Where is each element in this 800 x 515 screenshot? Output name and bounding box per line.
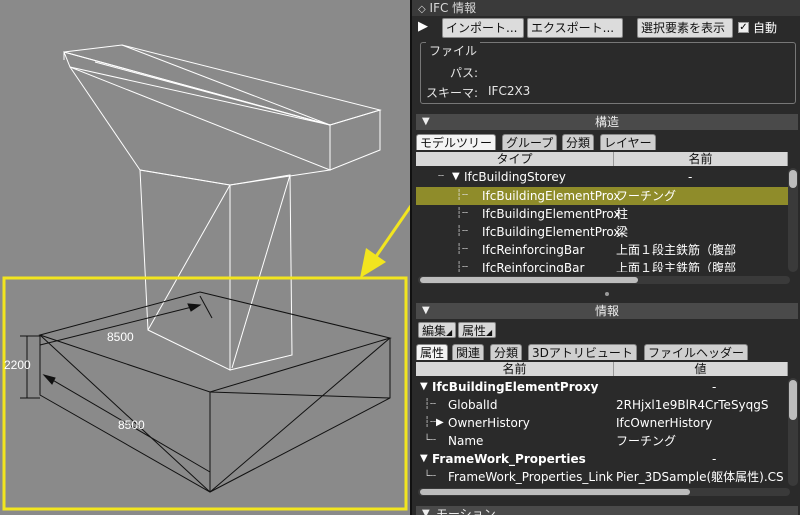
tab-classification-info[interactable]: 分類 bbox=[490, 344, 523, 360]
tree-connector-icon: ┆┄ bbox=[456, 208, 469, 219]
tree-connector-icon: ┄ bbox=[438, 171, 445, 182]
tree-connector-icon: ┆┄ bbox=[424, 399, 437, 410]
attribute-row[interactable]: ▼ IfcBuildingElementProxy - bbox=[416, 378, 788, 396]
diamond-icon: ◇ bbox=[418, 4, 426, 15]
attribute-row[interactable]: └┄ Name フーチング bbox=[416, 432, 788, 450]
info-section-header[interactable]: ▼ 情報 bbox=[416, 303, 798, 319]
info-title: 情報 bbox=[594, 304, 619, 318]
toolbar: ▶ インポート... エクスポート... 選択要素を表示 ✓ 自動 bbox=[412, 16, 800, 40]
export-button[interactable]: エクスポート... bbox=[527, 18, 623, 38]
tab-3d-attributes[interactable]: 3Dアトリビュート bbox=[528, 344, 637, 360]
motion-title: モーション bbox=[436, 507, 496, 515]
dropdown-icon: ◢ bbox=[446, 328, 453, 337]
tab-file-header[interactable]: ファイルヘッダー bbox=[644, 344, 749, 360]
schema-label: スキーマ: bbox=[426, 86, 479, 100]
import-button[interactable]: インポート... bbox=[442, 18, 524, 38]
dimension-label-top: 8500 bbox=[107, 330, 134, 344]
auto-checkbox[interactable]: ✓ bbox=[738, 22, 749, 33]
schema-value: IFC2X3 bbox=[488, 84, 531, 98]
tab-attributes[interactable]: 属性 bbox=[416, 344, 449, 360]
model-tree-list: ┄ ▼ IfcBuildingStorey - ┆┄ IfcBuildingEl… bbox=[416, 168, 788, 272]
expand-triangle-icon[interactable]: ▶ bbox=[436, 414, 444, 432]
tree-connector-icon: └┄ bbox=[424, 435, 437, 446]
expanded-triangle-icon: ▼ bbox=[420, 453, 428, 464]
column-header-attr-name[interactable]: 名前 bbox=[416, 362, 614, 376]
tree-row[interactable]: ┆┄ IfcBuildingElementProx 梁 bbox=[416, 223, 788, 241]
tab-classification[interactable]: 分類 bbox=[562, 134, 595, 150]
tree-connector-icon: ┆┄ bbox=[456, 262, 469, 272]
edit-menu-button[interactable]: 編集◢ bbox=[418, 322, 457, 338]
attribute-row[interactable]: ┆┄ GlobalId 2RHjxl1e9BlR4CrTeSyqgS bbox=[416, 396, 788, 414]
tree-hscroll-thumb[interactable] bbox=[420, 277, 638, 283]
structure-title: 構造 bbox=[594, 115, 619, 129]
dropdown-icon: ◢ bbox=[486, 328, 493, 337]
pier-cap bbox=[63, 44, 382, 186]
tab-layer[interactable]: レイヤー bbox=[600, 134, 656, 150]
play-icon[interactable]: ▶ bbox=[418, 19, 430, 35]
tree-connector-icon: ┆┄ bbox=[456, 226, 469, 237]
collapse-triangle-icon: ▼ bbox=[422, 508, 430, 515]
tab-relations[interactable]: 関連 bbox=[452, 344, 485, 360]
file-legend: ファイル bbox=[426, 42, 481, 59]
tab-model-tree[interactable]: モデルツリー bbox=[416, 134, 497, 150]
tree-row[interactable]: ┆┄ IfcReinforcingBar 上面１段主鉄筋（腹部 bbox=[416, 241, 788, 259]
auto-label: 自動 bbox=[753, 21, 778, 35]
tree-row-selected[interactable]: ┆┄ IfcBuildingElementProx フーチング bbox=[416, 187, 788, 205]
column-header-type[interactable]: タイプ bbox=[416, 152, 614, 166]
pier-column bbox=[139, 169, 293, 371]
column-header-attr-value[interactable]: 値 bbox=[614, 362, 788, 376]
attribute-list: ▼ IfcBuildingElementProxy - ┆┄ GlobalId … bbox=[416, 378, 788, 486]
attribute-horizontal-scrollbar[interactable] bbox=[418, 488, 790, 496]
attribute-hscroll-thumb[interactable] bbox=[420, 489, 690, 495]
attribute-menu-button[interactable]: 属性◢ bbox=[458, 322, 497, 338]
tree-row[interactable]: ┆┄ IfcReinforcingBar 上面１段主鉄筋（腹部 bbox=[416, 259, 788, 272]
tab-group[interactable]: グループ bbox=[502, 134, 558, 150]
tree-connector-icon: ┆┄ bbox=[456, 190, 469, 201]
dimension-label-bottom: 8500 bbox=[118, 418, 145, 432]
3d-viewport[interactable]: 8500 2200 8500 bbox=[0, 0, 410, 515]
attribute-vertical-scrollbar[interactable] bbox=[788, 378, 798, 486]
tree-connector-icon: └┄ bbox=[424, 471, 437, 482]
show-selected-button[interactable]: 選択要素を表示 bbox=[637, 18, 733, 38]
motion-section-header[interactable]: ▼ モーション bbox=[416, 506, 798, 515]
tree-row[interactable]: ┆┄ IfcBuildingElementProx 柱 bbox=[416, 205, 788, 223]
path-label: パス: bbox=[450, 66, 479, 80]
column-header-name[interactable]: 名前 bbox=[614, 152, 788, 166]
tree-vertical-scrollbar[interactable] bbox=[788, 168, 798, 272]
highlight-annotation bbox=[2, 204, 410, 511]
ifc-info-panel: ◇ IFC 情報 ▶ インポート... エクスポート... 選択要素を表示 ✓ … bbox=[410, 0, 800, 515]
tree-connector-icon: ┆┄ bbox=[424, 417, 437, 428]
tree-horizontal-scrollbar[interactable] bbox=[418, 276, 790, 284]
expanded-triangle-icon: ▼ bbox=[452, 171, 460, 182]
panel-title: IFC 情報 bbox=[429, 1, 477, 15]
structure-section-header[interactable]: ▼ 構造 bbox=[416, 114, 798, 130]
expanded-triangle-icon: ▼ bbox=[420, 381, 428, 392]
footing bbox=[38, 291, 392, 493]
attribute-scroll-thumb[interactable] bbox=[789, 380, 797, 420]
dimension-lines bbox=[20, 295, 213, 473]
tree-row[interactable]: ┄ ▼ IfcBuildingStorey - bbox=[416, 168, 788, 186]
attribute-row[interactable]: ▼ FrameWork_Properties - bbox=[416, 450, 788, 468]
splitter-handle[interactable] bbox=[605, 292, 609, 296]
attribute-row[interactable]: ┆┄ ▶ OwnerHistory IfcOwnerHistory bbox=[416, 414, 788, 432]
attribute-row[interactable]: └┄ FrameWork_Properties_Link Pier_3DSamp… bbox=[416, 468, 788, 486]
tree-connector-icon: ┆┄ bbox=[456, 244, 469, 255]
panel-titlebar[interactable]: ◇ IFC 情報 bbox=[412, 0, 800, 16]
dimension-label-left: 2200 bbox=[4, 358, 31, 372]
model-wireframe: 8500 2200 8500 bbox=[2, 44, 410, 511]
tree-scroll-thumb[interactable] bbox=[789, 170, 797, 188]
